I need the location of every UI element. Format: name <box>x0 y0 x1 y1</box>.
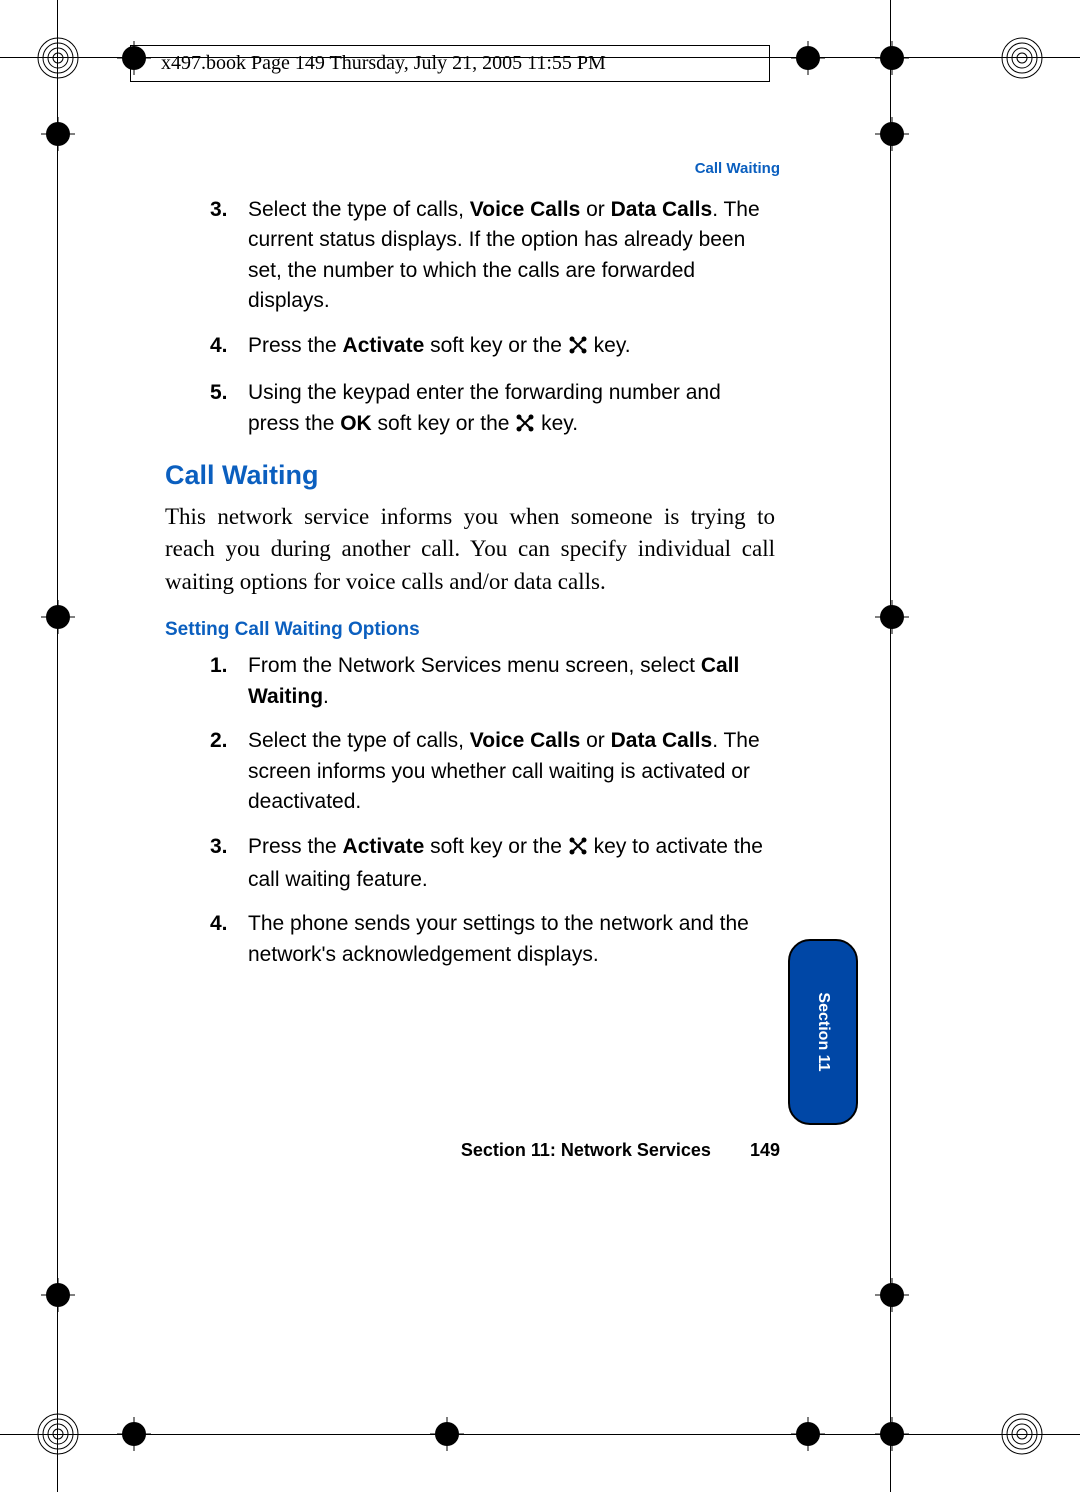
section-tab: Section 11 <box>788 939 858 1125</box>
list-item: 5. Using the keypad enter the forwarding… <box>210 378 775 442</box>
nav-key-icon <box>568 334 588 364</box>
setting-steps-list: 1. From the Network Services menu screen… <box>210 651 775 970</box>
section-heading: Call Waiting <box>165 456 775 495</box>
page-meta-text: x497.book Page 149 Thursday, July 21, 20… <box>161 52 606 74</box>
list-number: 5. <box>210 378 228 408</box>
list-item: 2. Select the type of calls, Voice Calls… <box>210 726 775 817</box>
list-item: 4. The phone sends your settings to the … <box>210 909 775 970</box>
cross-mark-icon <box>875 600 909 634</box>
cross-mark-icon <box>41 600 75 634</box>
footer-page-number: 149 <box>750 1140 780 1161</box>
cross-mark-icon <box>117 1417 151 1451</box>
registration-mark-icon <box>999 35 1045 81</box>
page-meta-box: x497.book Page 149 Thursday, July 21, 20… <box>130 45 770 82</box>
cross-mark-icon <box>875 1278 909 1312</box>
cross-mark-icon <box>875 41 909 75</box>
nav-key-icon <box>515 412 535 442</box>
continued-steps-list: 3. Select the type of calls, Voice Calls… <box>210 195 775 442</box>
page-footer: Section 11: Network Services 149 <box>461 1140 780 1161</box>
footer-section-label: Section 11: Network Services <box>461 1140 711 1160</box>
subheading: Setting Call Waiting Options <box>165 616 775 644</box>
registration-mark-icon <box>999 1411 1045 1457</box>
crop-line-right <box>890 0 891 1492</box>
cross-mark-icon <box>430 1417 464 1451</box>
page-body: 3. Select the type of calls, Voice Calls… <box>165 195 775 984</box>
registration-mark-icon <box>35 35 81 81</box>
cross-mark-icon <box>791 1417 825 1451</box>
nav-key-icon <box>568 835 588 865</box>
list-number: 3. <box>210 832 228 862</box>
list-item: 3. Press the Activate soft key or the ke… <box>210 832 775 896</box>
crop-line-bottom <box>0 1434 1080 1435</box>
list-number: 1. <box>210 651 228 681</box>
list-item: 1. From the Network Services menu screen… <box>210 651 775 712</box>
intro-paragraph: This network service informs you when so… <box>165 501 775 598</box>
running-head: Call Waiting <box>695 160 780 177</box>
cross-mark-icon <box>875 1417 909 1451</box>
list-number: 4. <box>210 909 228 939</box>
list-number: 4. <box>210 331 228 361</box>
list-text: Select the type of calls, Voice Calls or… <box>248 729 760 813</box>
list-number: 3. <box>210 195 228 225</box>
cross-mark-icon <box>791 41 825 75</box>
cross-mark-icon <box>41 1278 75 1312</box>
list-number: 2. <box>210 726 228 756</box>
list-text: From the Network Services menu screen, s… <box>248 654 739 707</box>
list-item: 4. Press the Activate soft key or the ke… <box>210 331 775 364</box>
list-text: Press the Activate soft key or the key. <box>248 334 631 357</box>
page: x497.book Page 149 Thursday, July 21, 20… <box>0 0 1080 1492</box>
registration-mark-icon <box>35 1411 81 1457</box>
list-text: The phone sends your settings to the net… <box>248 912 749 965</box>
list-text: Press the Activate soft key or the key t… <box>248 835 763 891</box>
list-text: Using the keypad enter the forwarding nu… <box>248 381 721 434</box>
cross-mark-icon <box>875 117 909 151</box>
crop-line-left <box>57 0 58 1492</box>
list-item: 3. Select the type of calls, Voice Calls… <box>210 195 775 317</box>
cross-mark-icon <box>41 117 75 151</box>
section-tab-label: Section 11 <box>814 992 832 1071</box>
list-text: Select the type of calls, Voice Calls or… <box>248 198 760 312</box>
